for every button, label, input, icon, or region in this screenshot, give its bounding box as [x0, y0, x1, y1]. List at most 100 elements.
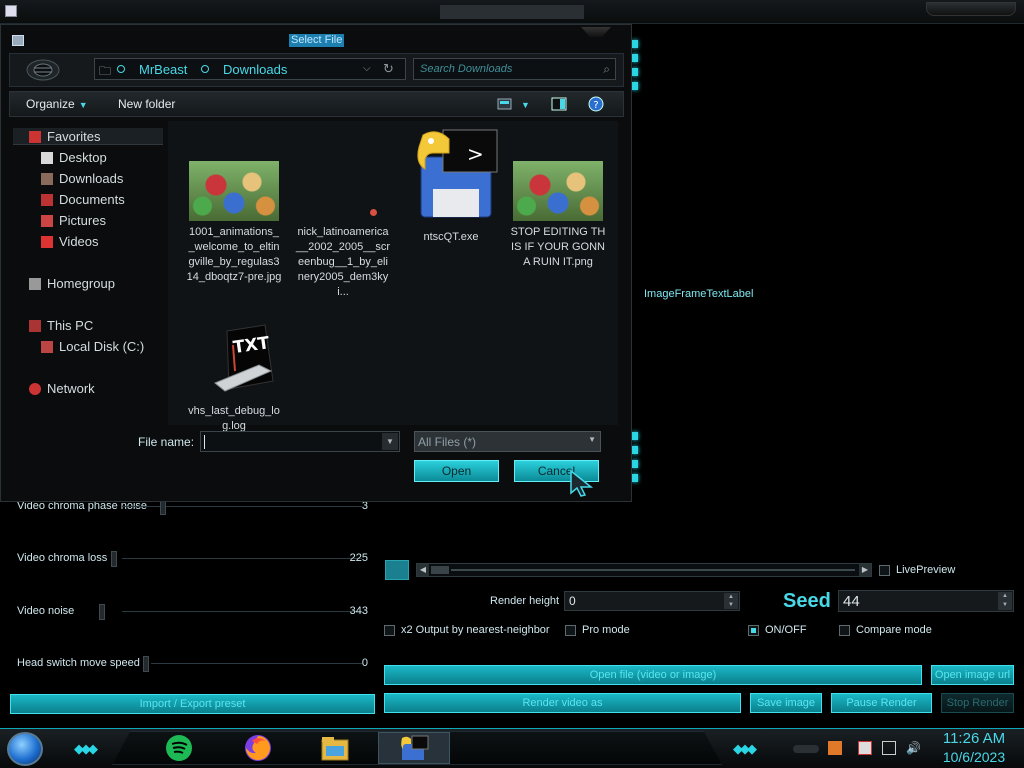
file-name: nick_latinoamerica__2002_2005__screenbug… — [295, 226, 391, 298]
render-video-button[interactable]: Render video as — [384, 693, 741, 713]
file-item[interactable]: 1001_animations__welcome_to_eltingville_… — [186, 161, 282, 285]
spin-arrows-icon[interactable]: ▲ ▼ — [724, 593, 738, 609]
system-clock[interactable]: 11:26 AM 10/6/2023 — [934, 730, 1014, 766]
checkbox-box[interactable] — [384, 624, 395, 636]
chevron-down-icon[interactable]: ⌵ — [363, 63, 371, 74]
preview-pane-icon[interactable] — [551, 96, 567, 112]
slider-video-noise[interactable]: Video noise 343 — [17, 602, 372, 622]
save-image-button[interactable]: Save image — [750, 693, 822, 713]
search-input[interactable]: Search Downloads ⌕ — [413, 58, 616, 80]
dialog-close-button[interactable] — [581, 27, 611, 37]
file-item[interactable]: STOP EDITING THIS IF YOUR GONNA RUIN IT.… — [510, 161, 606, 270]
address-bar[interactable]: 🗀 MrBeast Downloads ⌵ ↻ — [94, 58, 406, 80]
nav-documents[interactable]: Documents — [41, 192, 125, 207]
file-name: vhs_last_debug_log.log — [188, 405, 280, 432]
slider-value: 343 — [349, 605, 368, 617]
open-button[interactable]: Open — [414, 460, 499, 482]
app-titlebar — [0, 0, 1024, 24]
breadcrumb-mrbeast[interactable]: MrBeast — [139, 62, 187, 77]
slider-handle[interactable] — [111, 551, 117, 567]
slider-value: 225 — [349, 552, 368, 564]
documents-icon — [41, 193, 53, 206]
stop-render-button: Stop Render — [941, 693, 1014, 713]
start-button[interactable] — [7, 732, 43, 766]
import-export-preset-button[interactable]: Import / Export preset — [10, 694, 375, 714]
scroll-right-icon[interactable]: ▶ — [859, 564, 871, 576]
help-icon[interactable]: ? — [588, 96, 604, 112]
volume-icon[interactable]: 🔊 — [906, 741, 921, 755]
slider-handle[interactable] — [143, 656, 149, 672]
nav-label: Videos — [59, 234, 99, 249]
color-swatch-button[interactable] — [385, 560, 409, 580]
compare-mode-checkbox[interactable]: Compare mode — [839, 624, 932, 636]
drive-icon — [41, 340, 53, 353]
nav-videos[interactable]: Videos — [41, 234, 99, 249]
breadcrumb-downloads[interactable]: Downloads — [223, 62, 287, 77]
slider-handle[interactable] — [99, 604, 105, 620]
file-item[interactable]: TXT vhs_last_debug_log.log — [186, 315, 282, 434]
show-hidden-icons-button[interactable] — [793, 745, 819, 753]
breadcrumb-separator-icon — [201, 65, 209, 73]
nav-label: Pictures — [59, 213, 106, 228]
spotify-icon[interactable] — [162, 732, 196, 764]
chevron-down-icon: ▼ — [78, 100, 88, 110]
on-off-checkbox[interactable]: ON/OFF — [748, 624, 807, 636]
nav-pictures[interactable]: Pictures — [41, 213, 106, 228]
slider-video-chroma-loss[interactable]: Video chroma loss 225 — [17, 549, 372, 569]
open-image-url-button[interactable]: Open image url — [931, 665, 1014, 685]
file-item[interactable]: > ntscQT.exe — [403, 127, 499, 245]
python-exe-icon: > — [417, 129, 498, 218]
file-name-input[interactable]: ▼ — [200, 431, 400, 452]
refresh-icon[interactable]: ↻ — [383, 61, 394, 77]
render-height-label: Render height — [490, 595, 560, 607]
nav-local-disk[interactable]: Local Disk (C:) — [41, 339, 144, 354]
ntscqt-taskbar-button[interactable] — [378, 732, 450, 764]
live-preview-checkbox[interactable]: LivePreview — [879, 564, 955, 576]
nav-desktop[interactable]: Desktop — [41, 150, 107, 165]
file-type-select[interactable]: All Files (*) ▼ — [414, 431, 601, 452]
pause-render-button[interactable]: Pause Render — [831, 693, 932, 713]
checkbox-label: Compare mode — [856, 624, 932, 636]
seed-spinbox[interactable]: 44 ▲ ▼ — [838, 590, 1014, 612]
window-controls[interactable] — [926, 2, 1016, 16]
slider-head-switch-move-speed[interactable]: Head switch move speed 0 — [17, 654, 372, 674]
nav-network[interactable]: Network — [29, 381, 95, 396]
view-dropdown-icon[interactable]: ▼ — [521, 100, 530, 110]
network-tray-icon[interactable] — [882, 741, 896, 755]
back-forward-icon[interactable] — [26, 59, 60, 81]
nav-favorites[interactable]: Favorites — [29, 129, 100, 144]
render-height-spinbox[interactable]: 0 ▲ ▼ — [564, 591, 740, 611]
checkbox-box[interactable] — [879, 564, 890, 576]
view-options-icon[interactable] — [497, 96, 513, 112]
pictures-icon — [41, 214, 53, 227]
checkbox-box[interactable] — [748, 624, 759, 636]
app-tray-icon[interactable] — [828, 741, 842, 755]
pro-mode-checkbox[interactable]: Pro mode — [565, 624, 630, 636]
organize-button[interactable]: Organize ▼ — [26, 97, 88, 111]
file-name: STOP EDITING THIS IF YOUR GONNA RUIN IT.… — [510, 226, 606, 268]
open-file-button[interactable]: Open file (video or image) — [384, 665, 922, 685]
image-frame-label: ImageFrameTextLabel — [644, 288, 754, 300]
spin-arrows-icon[interactable]: ▲ ▼ — [998, 592, 1012, 610]
file-list-pane: 1001_animations__welcome_to_eltingville_… — [168, 121, 618, 432]
firefox-icon[interactable] — [241, 732, 275, 764]
file-explorer-icon[interactable] — [318, 732, 352, 764]
x2-output-checkbox[interactable]: x2 Output by nearest-neighbor — [384, 624, 550, 636]
nav-label: This PC — [47, 318, 94, 333]
chevron-down-icon[interactable]: ▼ — [382, 433, 398, 450]
search-icon[interactable]: ⌕ — [603, 62, 610, 77]
timeline-scrollbar[interactable]: ◀ ▶ — [416, 563, 872, 577]
nav-downloads[interactable]: Downloads — [41, 171, 123, 186]
new-folder-button[interactable]: New folder — [118, 97, 175, 111]
file-item[interactable]: nick_latinoamerica__2002_2005__screenbug… — [295, 161, 391, 300]
checkbox-box[interactable] — [565, 624, 576, 636]
nav-this-pc[interactable]: This PC — [29, 318, 93, 333]
nav-homegroup[interactable]: Homegroup — [29, 276, 115, 291]
seed-label: Seed — [783, 590, 831, 612]
app-window-title — [440, 5, 584, 19]
action-center-flag-icon[interactable] — [858, 741, 872, 755]
dialog-window-icon — [12, 35, 24, 46]
checkbox-box[interactable] — [839, 624, 850, 636]
scroll-thumb[interactable] — [431, 566, 449, 574]
scroll-left-icon[interactable]: ◀ — [417, 564, 429, 576]
